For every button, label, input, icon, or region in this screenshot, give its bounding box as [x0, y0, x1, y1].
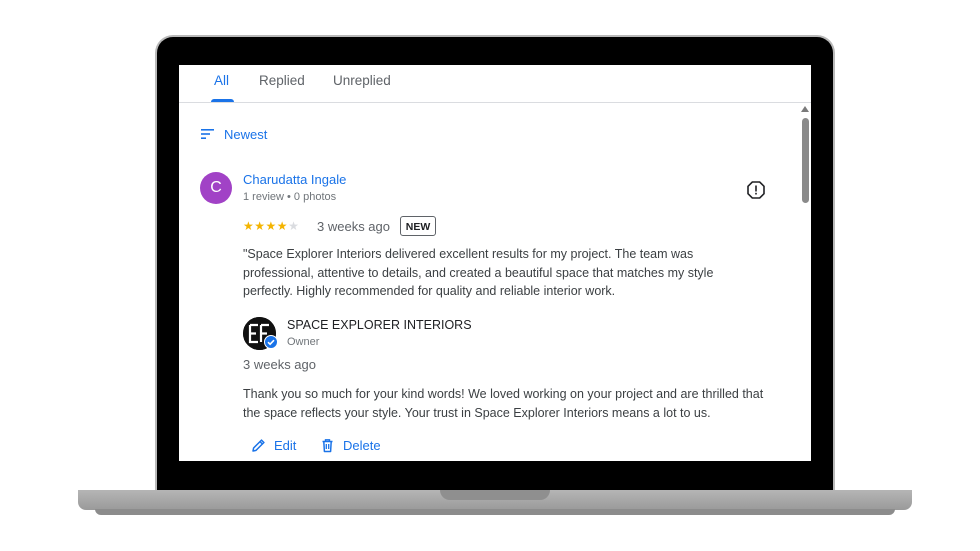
owner-name: SPACE EXPLORER INTERIORS [287, 318, 472, 332]
edit-button[interactable]: Edit [251, 436, 296, 454]
reviewer-meta: 1 review • 0 photos [243, 191, 337, 203]
delete-label: Delete [343, 437, 381, 453]
active-tab-indicator [211, 99, 234, 102]
laptop-notch [440, 490, 550, 500]
tab-unreplied[interactable]: Unreplied [333, 73, 391, 88]
reviewer-name[interactable]: Charudatta Ingale [243, 172, 346, 187]
sort-icon [201, 129, 214, 139]
report-icon[interactable] [747, 181, 765, 199]
edit-label: Edit [274, 437, 297, 453]
laptop-base-foot [95, 509, 895, 515]
trash-icon [322, 438, 333, 452]
new-badge: NEW [400, 216, 436, 236]
star-filled-icon: ★ [265, 219, 277, 233]
sort-button[interactable]: Newest [201, 126, 267, 142]
pencil-icon [252, 438, 265, 452]
verified-icon [264, 335, 278, 349]
sort-label: Newest [224, 126, 268, 142]
scrollbar-thumb[interactable] [802, 118, 809, 203]
review-tabs: All Replied Unreplied [179, 65, 811, 103]
star-filled-icon: ★ [254, 219, 266, 233]
reply-text: Thank you so much for your kind words! W… [243, 387, 764, 420]
laptop-mockup: All Replied Unreplied Newest C Charudatt… [0, 0, 980, 551]
reviews-screen: All Replied Unreplied Newest C Charudatt… [179, 65, 811, 461]
star-rating: ★ ★ ★ ★ ★ [243, 219, 299, 233]
delete-button[interactable]: Delete [320, 436, 381, 454]
reply-time: 3 weeks ago [243, 357, 316, 372]
review-text: "Space Explorer Interiors delivered exce… [243, 247, 714, 298]
tab-all[interactable]: All [214, 73, 229, 88]
star-filled-icon: ★ [243, 219, 254, 233]
scroll-up-arrow-icon[interactable] [801, 106, 809, 112]
owner-role: Owner [287, 336, 320, 348]
reviewer-avatar[interactable]: C [200, 172, 232, 204]
star-empty-icon: ★ [288, 219, 299, 233]
tab-replied[interactable]: Replied [259, 73, 305, 88]
star-filled-icon: ★ [276, 219, 288, 233]
review-time: 3 weeks ago [317, 219, 390, 234]
